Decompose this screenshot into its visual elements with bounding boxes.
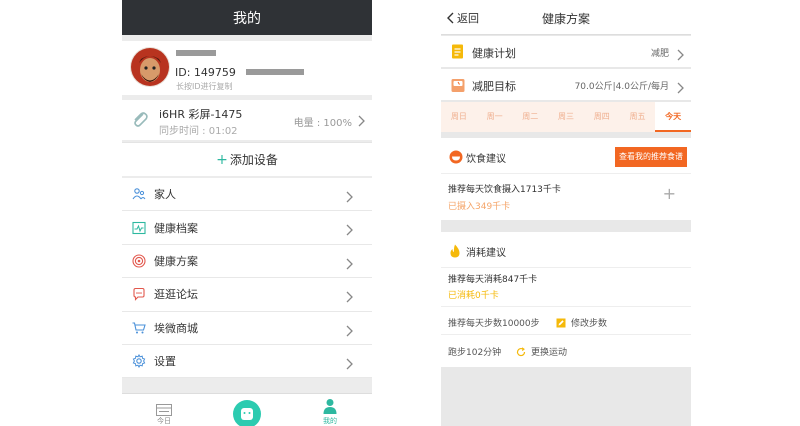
health-plan-screen: 返回 健康方案 健康计划 减肥 减肥目标 70.0公斤|4.0公斤/每月 周日 … <box>441 0 691 426</box>
menu-label: 健康档案 <box>154 221 198 235</box>
title-bar: 我的 <box>122 0 372 35</box>
health-plan-row[interactable]: 健康计划 减肥 <box>441 36 691 68</box>
tab-day-fri[interactable]: 周五 <box>620 102 656 132</box>
avatar[interactable] <box>130 47 170 87</box>
tab-day-mon[interactable]: 周一 <box>477 102 513 132</box>
tab-day-thu[interactable]: 周四 <box>584 102 620 132</box>
chevron-right-icon <box>346 188 354 207</box>
device-row[interactable]: i6HR 彩屏-1475 同步时间 : 01:02 电量 : 100% <box>122 100 372 140</box>
menu-label: 逛逛论坛 <box>154 288 198 302</box>
tab-today[interactable]: 今日 <box>134 394 194 426</box>
target-icon <box>132 254 146 268</box>
device-sync-time: 同步时间 : 01:02 <box>159 126 238 137</box>
menu-item-settings[interactable]: 设置 <box>122 345 372 379</box>
weight-goal-row[interactable]: 减肥目标 70.0公斤|4.0公斤/每月 <box>441 69 691 101</box>
menu-list: 家人 健康档案 健康方案 逛逛论坛 埃微商城 设置 <box>122 178 372 379</box>
copy-id-hint: 长按ID进行复制 <box>176 82 233 91</box>
burn-card: 消耗建议 推荐每天消耗847千卡 已消耗0千卡 推荐每天步数10000步 修改步… <box>441 232 691 367</box>
menu-item-store[interactable]: 埃微商城 <box>122 312 372 345</box>
diet-taken: 已摄入349千卡 <box>448 202 511 212</box>
flame-icon <box>449 243 461 262</box>
cart-icon <box>132 321 146 335</box>
profile-screen: 我的 ID: 149759 长按ID进行复制 i6HR 彩屏-1475 同步时间… <box>122 0 372 426</box>
tab-mine[interactable]: 我的 <box>300 394 360 426</box>
add-device-label: 添加设备 <box>229 153 278 167</box>
user-id[interactable]: ID: 149759 <box>175 66 236 79</box>
page-title: 我的 <box>233 10 261 27</box>
burn-header: 消耗建议 <box>441 232 691 268</box>
chevron-right-icon <box>346 288 354 307</box>
add-food-button[interactable]: + <box>663 184 676 203</box>
diet-heading: 饮食建议 <box>466 154 506 165</box>
chevron-right-icon <box>677 46 685 65</box>
divider <box>441 306 691 307</box>
health-plan-label: 健康计划 <box>472 47 516 60</box>
diet-recommend: 推荐每天饮食摄入1713千卡 <box>448 185 561 195</box>
tab-label: 我的 <box>323 417 337 425</box>
health-record-icon <box>132 221 146 235</box>
diet-header: 饮食建议 查看我的推荐食谱 <box>441 138 691 174</box>
weekday-tabs: 周日 周一 周二 周三 周四 周五 今天 <box>441 102 691 132</box>
menu-item-health-plan[interactable]: 健康方案 <box>122 245 372 279</box>
bottom-tab-bar: 今日 我的 <box>122 393 372 426</box>
edit-icon <box>556 318 566 327</box>
document-icon <box>451 44 465 64</box>
tab-label: 今日 <box>157 417 171 425</box>
gear-icon <box>132 354 146 369</box>
family-icon <box>132 187 146 201</box>
divider <box>441 334 691 335</box>
run-duration: 跑步102分钟 <box>448 348 502 358</box>
menu-item-health-record[interactable]: 健康档案 <box>122 211 372 245</box>
chevron-right-icon <box>358 112 366 131</box>
menu-item-family[interactable]: 家人 <box>122 178 372 212</box>
page-title: 健康方案 <box>541 12 590 26</box>
edit-steps-button[interactable]: 修改步数 <box>556 316 607 329</box>
change-sport-label: 更换运动 <box>531 348 568 358</box>
edit-steps-label: 修改步数 <box>571 319 608 329</box>
add-device-button[interactable]: + 添加设备 <box>122 142 372 176</box>
username-redacted <box>176 50 216 56</box>
menu-item-forum[interactable]: 逛逛论坛 <box>122 278 372 312</box>
tab-day-wed[interactable]: 周三 <box>548 102 584 132</box>
person-icon <box>323 398 337 418</box>
steps-recommend: 推荐每天步数10000步 <box>448 319 540 329</box>
forum-icon <box>132 287 146 302</box>
profile-card[interactable]: ID: 149759 长按ID进行复制 <box>122 41 372 95</box>
device-center-button[interactable] <box>233 400 261 426</box>
chevron-right-icon <box>346 322 354 341</box>
chevron-right-icon <box>677 79 685 98</box>
user-id-redacted <box>246 69 304 75</box>
plus-icon: + <box>216 151 228 168</box>
bowl-icon <box>449 149 463 168</box>
tab-day-sun[interactable]: 周日 <box>441 102 477 132</box>
refresh-icon <box>516 346 526 356</box>
menu-label: 埃微商城 <box>154 321 198 335</box>
diet-card: 饮食建议 查看我的推荐食谱 推荐每天饮食摄入1713千卡 已摄入349千卡 + <box>441 138 691 220</box>
burn-heading: 消耗建议 <box>466 248 506 259</box>
weight-goal-label: 减肥目标 <box>472 80 516 93</box>
tab-day-tue[interactable]: 周二 <box>512 102 548 132</box>
menu-label: 设置 <box>154 355 176 369</box>
scale-icon <box>451 77 465 97</box>
menu-label: 健康方案 <box>154 254 198 268</box>
chevron-right-icon <box>346 355 354 374</box>
menu-label: 家人 <box>154 188 176 202</box>
chevron-right-icon <box>346 255 354 274</box>
device-name: i6HR 彩屏-1475 <box>159 108 243 121</box>
device-battery: 电量 : 100% <box>293 118 352 129</box>
weight-goal-value: 70.0公斤|4.0公斤/每月 <box>574 82 669 92</box>
tab-day-today[interactable]: 今天 <box>655 102 691 132</box>
chevron-right-icon <box>346 221 354 240</box>
title-bar: 返回 健康方案 <box>441 0 691 35</box>
view-recipes-button[interactable]: 查看我的推荐食谱 <box>615 147 687 167</box>
paperclip-icon <box>131 110 149 134</box>
health-plan-value: 减肥 <box>650 49 669 59</box>
change-sport-button[interactable]: 更换运动 <box>516 345 567 358</box>
burn-burned: 已消耗0千卡 <box>448 291 499 301</box>
burn-recommend: 推荐每天消耗847千卡 <box>448 275 538 285</box>
